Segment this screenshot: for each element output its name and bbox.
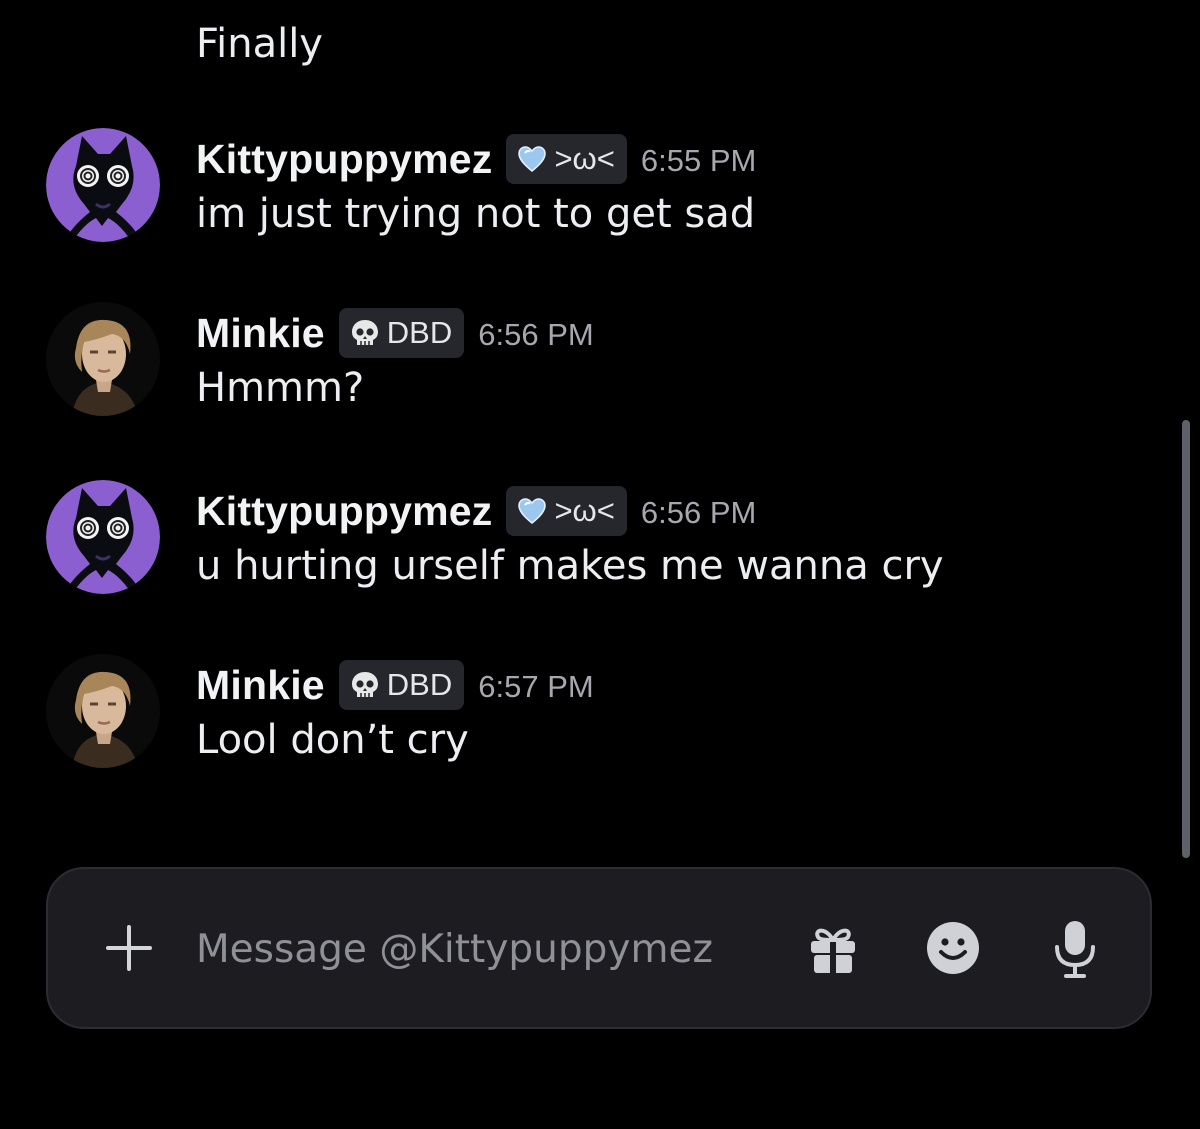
server-tag[interactable]: DBD bbox=[338, 660, 465, 710]
timestamp: 6:56 PM bbox=[640, 495, 757, 530]
plus-icon[interactable] bbox=[104, 923, 154, 973]
message-text: u hurting urself makes me wanna cry bbox=[196, 543, 944, 589]
microphone-icon[interactable] bbox=[1052, 919, 1098, 979]
server-tag[interactable]: DBD bbox=[338, 308, 465, 358]
heart-icon bbox=[518, 146, 547, 172]
portrait-avatar[interactable] bbox=[46, 654, 160, 768]
server-tag-text: >ω< bbox=[554, 141, 615, 176]
portrait-avatar[interactable] bbox=[46, 302, 160, 416]
cat-avatar[interactable] bbox=[46, 480, 160, 594]
username[interactable]: Minkie bbox=[196, 310, 325, 357]
timestamp: 6:56 PM bbox=[478, 317, 594, 352]
gift-icon[interactable] bbox=[808, 923, 858, 975]
message-header: Kittypuppymez >ω< 6:56 PM bbox=[196, 484, 756, 538]
portrait-avatar-icon bbox=[46, 302, 160, 416]
cat-avatar-icon bbox=[46, 128, 160, 242]
message-text: Finally bbox=[196, 21, 323, 67]
cat-avatar[interactable] bbox=[46, 128, 160, 242]
message-item[interactable]: Minkie DBD 6:57 PM Lool don’t cry bbox=[0, 654, 1170, 784]
message-header: Kittypuppymez >ω< 6:55 PM bbox=[196, 132, 756, 186]
username[interactable]: Minkie bbox=[196, 662, 325, 709]
server-tag[interactable]: >ω< bbox=[506, 134, 627, 184]
message-item[interactable]: Minkie DBD 6:56 PM Hmmm? bbox=[0, 302, 1170, 432]
message-item[interactable]: Kittypuppymez >ω< 6:55 PM im just trying… bbox=[0, 128, 1170, 258]
heart-icon bbox=[518, 498, 547, 524]
message-text: im just trying not to get sad bbox=[196, 191, 756, 237]
message-item[interactable]: Kittypuppymez >ω< 6:56 PM u hurting urse… bbox=[0, 480, 1170, 610]
server-tag-text: DBD bbox=[386, 667, 453, 702]
message-composer bbox=[46, 867, 1152, 1029]
message-input[interactable] bbox=[196, 921, 756, 977]
server-tag[interactable]: >ω< bbox=[506, 486, 627, 536]
cat-avatar-icon bbox=[46, 480, 160, 594]
message-text: Hmmm? bbox=[196, 365, 365, 411]
timestamp: 6:57 PM bbox=[478, 669, 594, 704]
portrait-avatar-icon bbox=[46, 654, 160, 768]
message-text: Lool don’t cry bbox=[196, 717, 469, 763]
server-tag-text: >ω< bbox=[554, 493, 615, 528]
emoji-icon[interactable] bbox=[926, 921, 980, 975]
server-tag-text: DBD bbox=[386, 315, 453, 350]
chat-message-list: Finally Kittypuppymez >ω< 6:55 PM im jus… bbox=[0, 0, 1200, 860]
message-header: Minkie DBD 6:57 PM bbox=[196, 658, 594, 712]
skull-icon bbox=[351, 672, 378, 697]
timestamp: 6:55 PM bbox=[640, 143, 757, 178]
username[interactable]: Kittypuppymez bbox=[196, 488, 492, 535]
message-header: Minkie DBD 6:56 PM bbox=[196, 306, 594, 360]
scrollbar[interactable] bbox=[1182, 420, 1190, 858]
username[interactable]: Kittypuppymez bbox=[196, 136, 492, 183]
skull-icon bbox=[351, 320, 378, 345]
